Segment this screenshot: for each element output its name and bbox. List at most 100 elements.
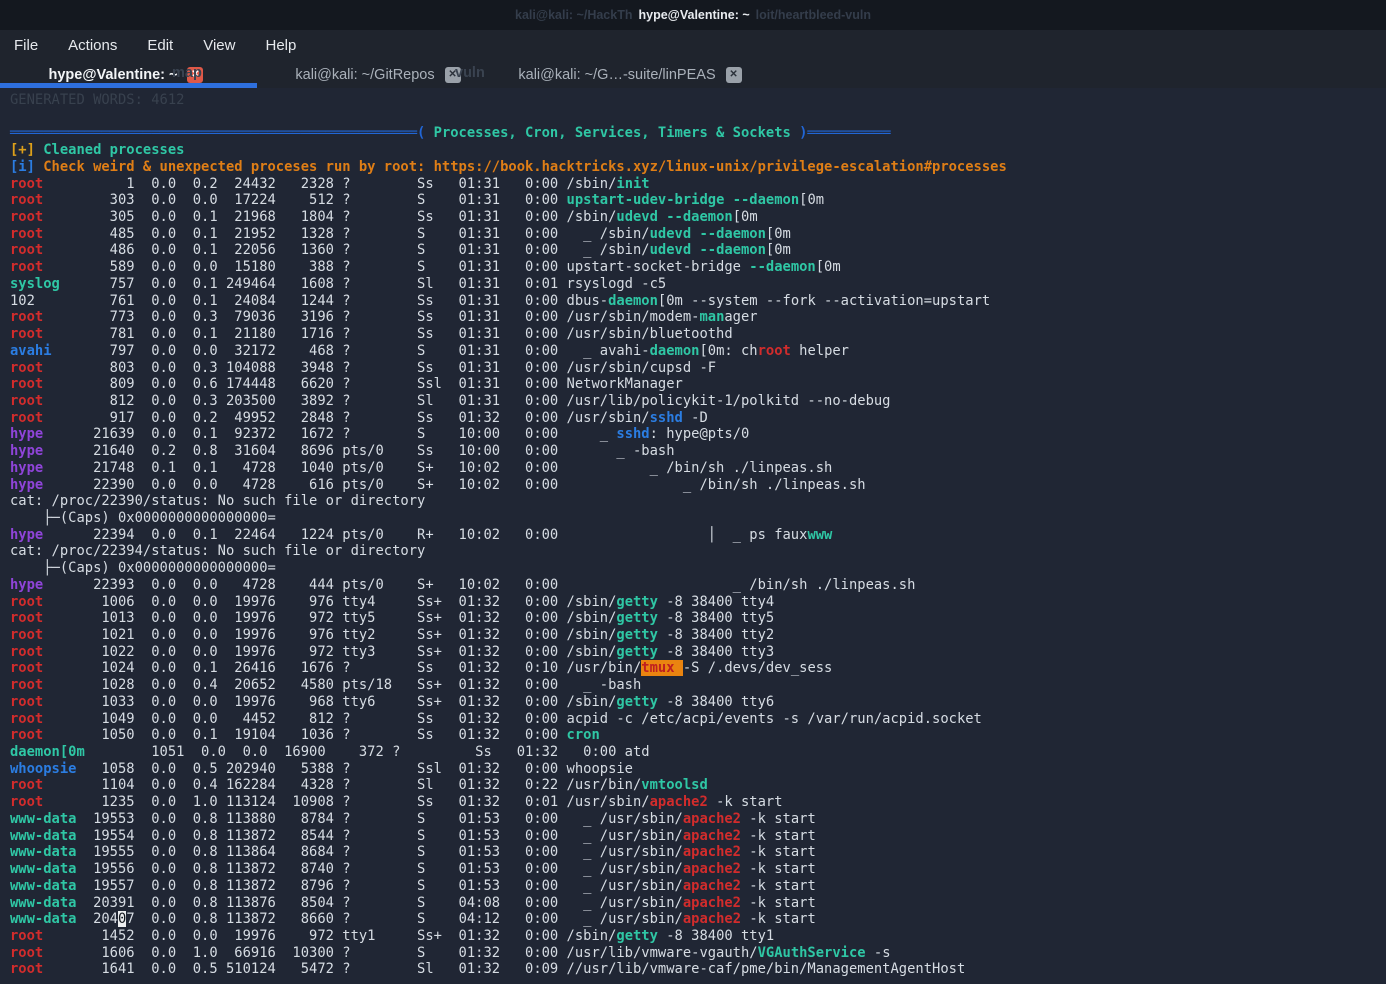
text-segment: 7	[126, 911, 134, 927]
text-segment: Check weird & unexpected proceses run by…	[35, 159, 1007, 175]
menu-item-edit[interactable]: Edit	[147, 37, 173, 54]
terminal-line: root 303 0.0 0.0 17224 512 ? S 01:31 0:0…	[10, 192, 1386, 209]
text-segment: root	[10, 961, 85, 977]
tab-3[interactable]: kali@kali: ~/G…-suite/linPEAS✕	[504, 61, 756, 88]
menu-item-file[interactable]: File	[14, 37, 38, 54]
text-segment: apache2	[683, 861, 741, 877]
terminal-line: root 486 0.0 0.1 22056 1360 ? S 01:31 0:…	[10, 242, 1386, 259]
text-segment: root	[10, 644, 85, 660]
text-segment: www-data	[10, 811, 85, 827]
text-segment: getty	[616, 694, 658, 710]
text-segment: avahi	[10, 343, 85, 359]
text-segment: 1104 0.0 0.4 162284 4328 ? Sl 01:32 0:22…	[85, 777, 642, 793]
text-segment: root	[10, 627, 85, 643]
text-segment: apache2	[683, 878, 741, 894]
menu-item-view[interactable]: View	[203, 37, 235, 54]
text-segment: 1033 0.0 0.0 19976 968 tty6 Ss+ 01:32 0:…	[85, 694, 617, 710]
text-segment: 1013 0.0 0.0 19976 972 tty5 Ss+ 01:32 0:…	[85, 610, 617, 626]
text-segment: 21748 0.1 0.1 4728 1040 pts/0 S+ 10:02 0…	[85, 460, 833, 476]
text-segment: root	[10, 794, 85, 810]
terminal-line: www-data 19555 0.0 0.8 113864 8684 ? S 0…	[10, 844, 1386, 861]
terminal-line: root 305 0.0 0.1 21968 1804 ? Ss 01:31 0…	[10, 209, 1386, 226]
text-segment: root	[758, 343, 791, 359]
text-segment: 19555 0.0 0.8 113864 8684 ? S 01:53 0:00…	[85, 844, 683, 860]
terminal-line: daemon[0m 1051 0.0 0.0 16900 372 ? Ss 01…	[10, 744, 1386, 761]
text-segment: 809 0.0 0.6 174448 6620 ? Ssl 01:31 0:00…	[85, 376, 683, 392]
text-segment: [0m	[766, 226, 791, 242]
text-segment: [0m	[816, 259, 841, 275]
text-segment: root	[10, 259, 85, 275]
terminal-line: root 485 0.0 0.1 21952 1328 ? S 01:31 0:…	[10, 226, 1386, 243]
text-segment: getty	[616, 644, 658, 660]
text-segment: --daemon	[749, 259, 815, 275]
tab-ghost-text: vuln	[455, 65, 485, 81]
text-segment: -k start	[741, 844, 816, 860]
tab-1[interactable]: hype@Valentine: ~✕	[0, 61, 252, 88]
text-segment: -k start	[741, 828, 816, 844]
text-segment: 797 0.0 0.0 32172 468 ? S 01:31 0:00 _ a…	[85, 343, 650, 359]
text-segment: helper	[791, 343, 849, 359]
text-segment: 21639 0.0 0.1 92372 1672 ? S 10:00 0:00 …	[85, 426, 617, 442]
text-segment: -8 38400 tty5	[658, 610, 774, 626]
text-segment: --daemon	[699, 226, 765, 242]
terminal-line: cat: /proc/22394/status: No such file or…	[10, 543, 1386, 560]
terminal-line: hype 22390 0.0 0.0 4728 616 pts/0 S+ 10:…	[10, 477, 1386, 494]
text-segment: cat: /proc/22390/status: No such file or…	[10, 493, 425, 509]
terminal-line: ════════════════════════════════════════…	[10, 125, 1386, 142]
menu-item-help[interactable]: Help	[265, 37, 296, 54]
terminal-line: whoopsie 1058 0.0 0.5 202940 5388 ? Ssl …	[10, 761, 1386, 778]
text-segment: daemon[0m	[10, 744, 85, 760]
close-icon[interactable]: ✕	[726, 67, 742, 83]
terminal-line: root 1452 0.0 0.0 19976 972 tty1 Ss+ 01:…	[10, 928, 1386, 945]
text-segment: 803 0.0 0.3 104088 3948 ? Ss 01:31 0:00 …	[85, 360, 716, 376]
terminal-line: www-data 19553 0.0 0.8 113880 8784 ? S 0…	[10, 811, 1386, 828]
text-segment: -s	[866, 945, 891, 961]
text-segment: 1051 0.0 0.0 16900 372 ? Ss 01:32 0:00 a…	[85, 744, 650, 760]
terminal-line: root 1641 0.0 0.5 510124 5472 ? Sl 01:32…	[10, 961, 1386, 978]
terminal-line: root 781 0.0 0.1 21180 1716 ? Ss 01:31 0…	[10, 326, 1386, 343]
text-segment: 1452 0.0 0.0 19976 972 tty1 Ss+ 01:32 0:…	[85, 928, 617, 944]
text-segment: -k start	[741, 878, 816, 894]
terminal-line: root 589 0.0 0.0 15180 388 ? S 01:31 0:0…	[10, 259, 1386, 276]
terminal-line: www-data 19554 0.0 0.8 113872 8544 ? S 0…	[10, 828, 1386, 845]
text-segment: -8 38400 tty4	[658, 594, 774, 610]
text-segment: )══════════	[799, 125, 890, 141]
text-segment: hype	[10, 460, 85, 476]
text-segment: 757 0.0 0.1 249464 1608 ? Sl 01:31 0:01 …	[85, 276, 666, 292]
terminal-line: root 1024 0.0 0.1 26416 1676 ? Ss 01:32 …	[10, 660, 1386, 677]
terminal-line: root 809 0.0 0.6 174448 6620 ? Ssl 01:31…	[10, 376, 1386, 393]
text-segment: VGAuthService	[758, 945, 866, 961]
text-segment: getty	[616, 627, 658, 643]
text-segment: sshd	[650, 410, 683, 426]
terminal-line: root 1104 0.0 0.4 162284 4328 ? Sl 01:32…	[10, 777, 1386, 794]
text-segment: root	[10, 610, 85, 626]
text-segment: apache2	[683, 844, 741, 860]
text-segment: --daemon	[699, 242, 765, 258]
text-segment: root	[10, 677, 85, 693]
text-segment: root	[10, 176, 85, 192]
text-segment: udevd	[650, 242, 692, 258]
text-segment: 19556 0.0 0.8 113872 8740 ? S 01:53 0:00…	[85, 861, 683, 877]
terminal-output[interactable]: GENERATED WORDS: 4612 ══════════════════…	[0, 88, 1386, 984]
text-segment: whoopsie	[10, 761, 85, 777]
titlebar-ghost-left: kali@kali: ~/HackTh	[515, 8, 632, 22]
text-segment: 773 0.0 0.3 79036 3196 ? Ss 01:31 0:00 /…	[85, 309, 700, 325]
text-segment: apache2	[683, 895, 741, 911]
terminal-line: syslog 757 0.0 0.1 249464 1608 ? Sl 01:3…	[10, 276, 1386, 293]
text-segment: -k start	[741, 861, 816, 877]
terminal-line: 102 761 0.0 0.1 24084 1244 ? Ss 01:31 0:…	[10, 293, 1386, 310]
terminal-line: [+] Cleaned processes	[10, 142, 1386, 159]
text-segment: apache2	[683, 911, 741, 927]
text-segment: vmtoolsd	[641, 777, 707, 793]
terminal-line: root 1606 0.0 1.0 66916 10300 ? S 01:32 …	[10, 945, 1386, 962]
menu-item-actions[interactable]: Actions	[68, 37, 117, 54]
terminal-line: root 803 0.0 0.3 104088 3948 ? Ss 01:31 …	[10, 360, 1386, 377]
text-segment: 917 0.0 0.2 49952 2848 ? Ss 01:32 0:00 /…	[85, 410, 650, 426]
text-segment: root	[10, 360, 85, 376]
text-segment: upstart-udev-bridge	[567, 192, 725, 208]
text-segment: 761 0.0 0.1 24084 1244 ? Ss 01:31 0:00 d…	[85, 293, 608, 309]
text-segment	[658, 209, 666, 225]
terminal-line: hype 22393 0.0 0.0 4728 444 pts/0 S+ 10:…	[10, 577, 1386, 594]
text-segment: 22390 0.0 0.0 4728 616 pts/0 S+ 10:02 0:…	[85, 477, 866, 493]
text-segment: 19553 0.0 0.8 113880 8784 ? S 01:53 0:00…	[85, 811, 683, 827]
